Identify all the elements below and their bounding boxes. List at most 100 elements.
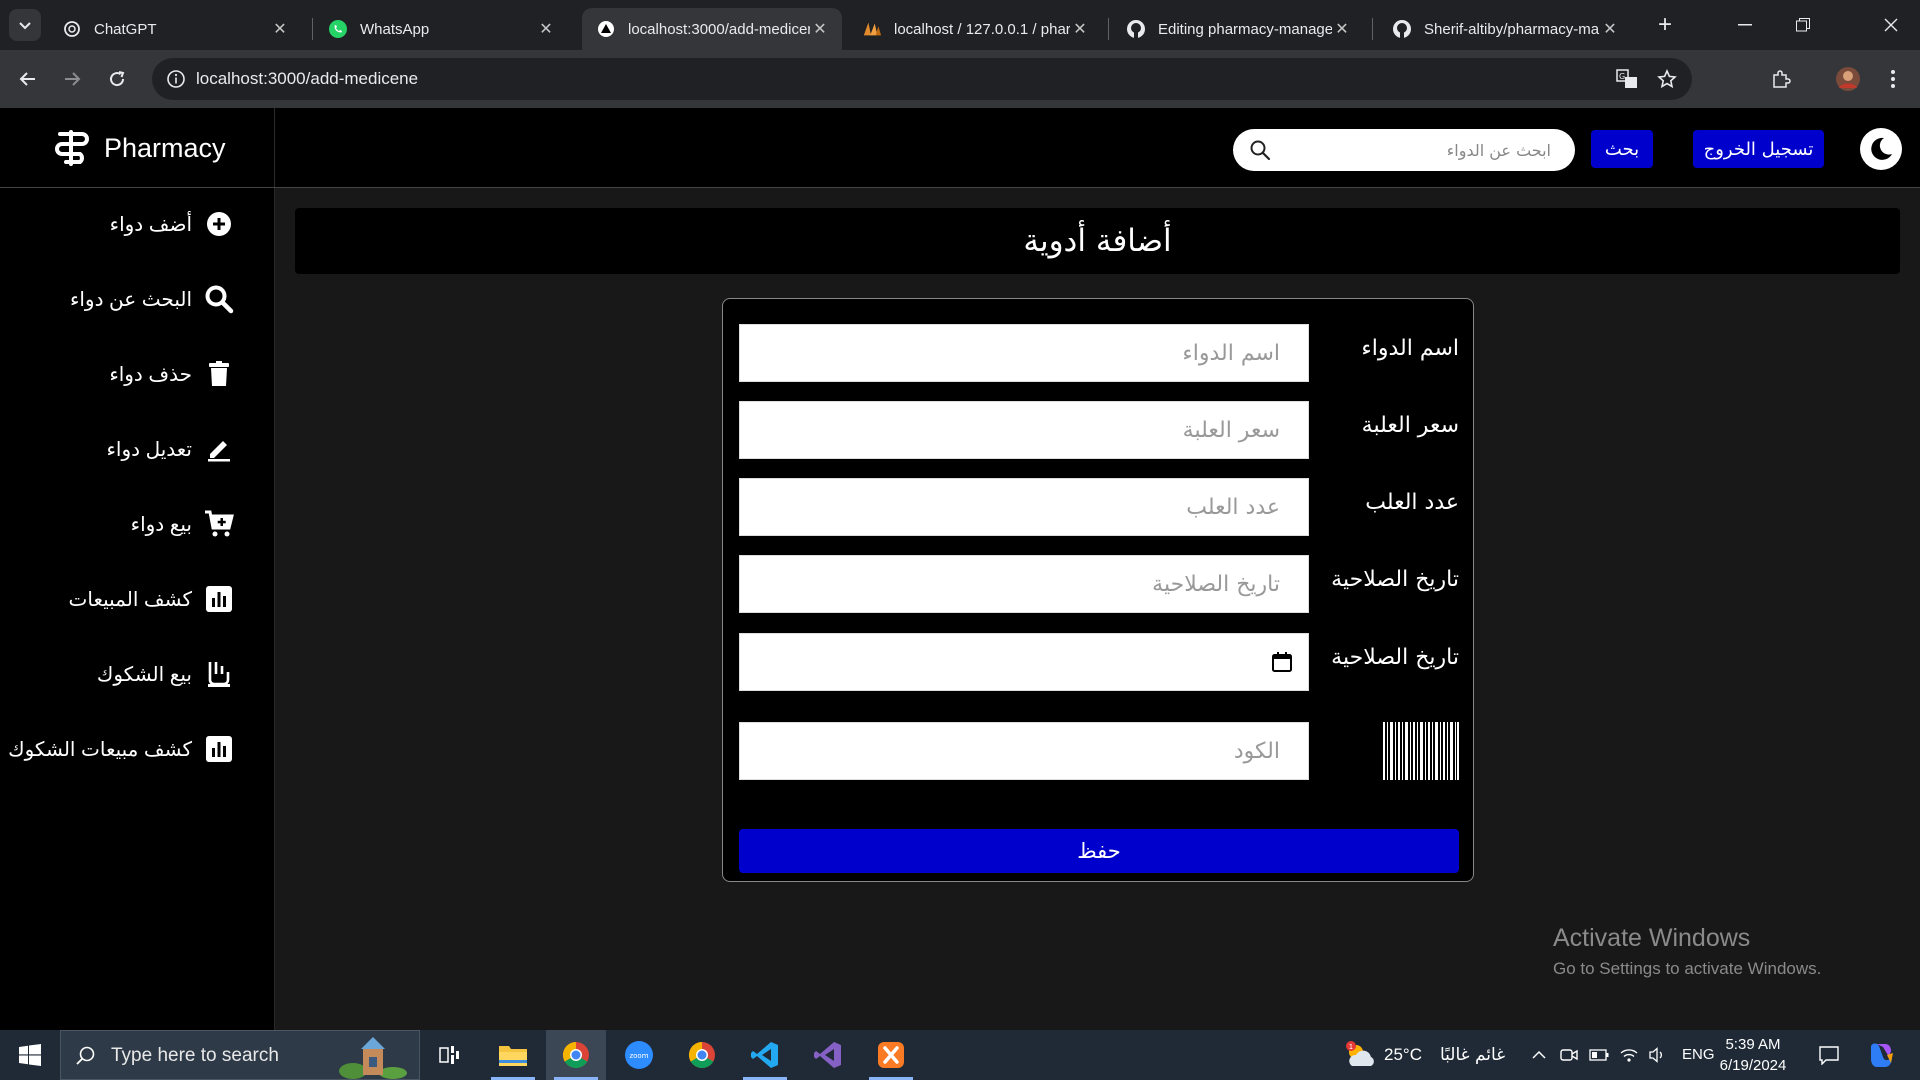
copilot-icon[interactable] bbox=[1866, 1040, 1896, 1070]
wifi-icon[interactable] bbox=[1618, 1044, 1640, 1066]
taskbar-chrome-active[interactable] bbox=[546, 1030, 606, 1080]
sidebar-item-cheque-sales-report[interactable]: كشف مبيعات الشكوك bbox=[8, 729, 234, 769]
system-clock[interactable]: 5:39 AM 6/19/2024 bbox=[1708, 1034, 1798, 1076]
chevron-down-icon bbox=[19, 22, 31, 30]
sidebar-item-sell-cheques[interactable]: بيع الشكوك bbox=[97, 654, 234, 694]
svg-text:zoom: zoom bbox=[629, 1052, 648, 1060]
arrow-right-icon bbox=[65, 72, 81, 86]
form-row-name: اسم الدواء bbox=[739, 324, 1459, 382]
chevron-up-icon bbox=[1532, 1050, 1546, 1059]
minimize-button[interactable] bbox=[1716, 0, 1774, 50]
window-close-button[interactable] bbox=[1862, 0, 1920, 50]
barcode-input[interactable] bbox=[739, 722, 1309, 780]
tab-title: localhost:3000/add-medicene bbox=[628, 20, 810, 38]
activate-windows-watermark: Activate Windows Go to Settings to activ… bbox=[1553, 924, 1821, 979]
volume-icon[interactable] bbox=[1646, 1044, 1668, 1066]
forward-button[interactable] bbox=[56, 63, 88, 95]
expiry-date-picker[interactable] bbox=[739, 633, 1309, 691]
notifications-icon[interactable] bbox=[1818, 1044, 1840, 1066]
close-icon[interactable]: ✕ bbox=[270, 19, 290, 39]
pencil-icon bbox=[204, 434, 234, 464]
sidebar-item-edit-medicine[interactable]: تعديل دواء bbox=[106, 429, 234, 469]
sidebar-item-add-medicine[interactable]: أضف دواء bbox=[110, 204, 234, 244]
weather-badge: 1 bbox=[1349, 1043, 1353, 1051]
show-hidden-icons[interactable] bbox=[1528, 1044, 1550, 1066]
profile-avatar[interactable] bbox=[1833, 64, 1863, 94]
taskbar-search-text: Type here to search bbox=[111, 1045, 279, 1066]
taskbar-zoom[interactable]: zoom bbox=[609, 1030, 669, 1080]
task-view-icon bbox=[439, 1046, 459, 1064]
cheque-icon bbox=[204, 659, 234, 689]
taskbar-xampp[interactable] bbox=[861, 1030, 921, 1080]
search-input[interactable] bbox=[1283, 129, 1563, 171]
box-price-input[interactable] bbox=[739, 401, 1309, 459]
browser-tab-active[interactable]: localhost:3000/add-medicene ✕ bbox=[582, 8, 842, 50]
browser-tab-github-repo[interactable]: Sherif-altiby/pharmacy-ma ✕ bbox=[1378, 8, 1632, 50]
restore-icon bbox=[1796, 18, 1810, 32]
windows-taskbar: Type here to search zoom 1 25°C غائم غال… bbox=[0, 1030, 1920, 1080]
url-text: localhost:3000/add-medicene bbox=[196, 69, 419, 88]
expiry-date-text-input[interactable] bbox=[739, 555, 1309, 613]
task-view-button[interactable] bbox=[420, 1030, 480, 1080]
calendar-icon[interactable] bbox=[1271, 651, 1293, 673]
browser-menu-button[interactable] bbox=[1878, 64, 1908, 94]
sidebar-item-delete-medicine[interactable]: حذف دواء bbox=[109, 354, 234, 394]
search-button[interactable]: بحث bbox=[1591, 130, 1653, 168]
theme-toggle[interactable] bbox=[1860, 128, 1902, 170]
browser-tab-whatsapp[interactable]: WhatsApp ✕ bbox=[314, 8, 568, 50]
close-icon[interactable]: ✕ bbox=[1332, 19, 1352, 39]
search-icon bbox=[76, 1046, 95, 1065]
sidebar-item-sales-report[interactable]: كشف المبيعات bbox=[69, 579, 234, 619]
address-bar[interactable]: localhost:3000/add-medicene G bbox=[152, 58, 1692, 100]
sidebar-item-label: أضف دواء bbox=[109, 213, 192, 236]
sidebar-item-label: بيع الشكوك bbox=[96, 663, 192, 686]
chrome-icon bbox=[562, 1041, 589, 1069]
start-button[interactable] bbox=[0, 1030, 60, 1080]
extensions-button[interactable] bbox=[1766, 64, 1796, 94]
box-count-input[interactable] bbox=[739, 478, 1309, 536]
bookmark-star-icon[interactable] bbox=[1656, 68, 1678, 90]
taskbar-chrome[interactable] bbox=[672, 1030, 732, 1080]
browser-tab-chatgpt[interactable]: ChatGPT ✕ bbox=[48, 8, 302, 50]
watermark-title: Activate Windows bbox=[1553, 924, 1751, 952]
whatsapp-icon bbox=[328, 19, 348, 39]
logout-button[interactable]: تسجيل الخروج bbox=[1693, 130, 1824, 168]
save-button[interactable]: حفظ bbox=[739, 829, 1459, 873]
sidebar-item-label: حذف دواء bbox=[109, 363, 192, 386]
info-icon[interactable] bbox=[166, 69, 186, 89]
clock-time: 5:39 AM bbox=[1725, 1036, 1781, 1053]
restore-button[interactable] bbox=[1774, 0, 1832, 50]
sidebar-item-sell-medicine[interactable]: بيع دواء bbox=[131, 504, 234, 544]
back-button[interactable] bbox=[12, 63, 44, 95]
taskbar-file-explorer[interactable] bbox=[483, 1030, 543, 1080]
medicine-name-input[interactable] bbox=[739, 324, 1309, 382]
translate-icon[interactable]: G bbox=[1616, 68, 1638, 90]
taskbar-search[interactable]: Type here to search bbox=[60, 1030, 420, 1080]
browser-tab-phpmyadmin[interactable]: localhost / 127.0.0.1 / phar ✕ bbox=[848, 8, 1102, 50]
brand[interactable]: Pharmacy bbox=[0, 108, 275, 188]
sidebar-item-search-medicine[interactable]: البحث عن دواء bbox=[70, 279, 234, 319]
reload-button[interactable] bbox=[101, 63, 133, 95]
search-highlight-icon bbox=[339, 1037, 407, 1079]
close-icon[interactable]: ✕ bbox=[536, 19, 556, 39]
close-icon[interactable]: ✕ bbox=[1600, 19, 1620, 39]
battery-icon[interactable] bbox=[1588, 1044, 1610, 1066]
minimize-icon bbox=[1738, 24, 1752, 26]
close-icon[interactable]: ✕ bbox=[810, 19, 830, 39]
tab-search-button[interactable] bbox=[9, 9, 41, 41]
taskbar-visual-studio[interactable] bbox=[798, 1030, 858, 1080]
weather-temp[interactable]: 25°C bbox=[1384, 1045, 1422, 1065]
weather-condition[interactable]: غائم غالبًا bbox=[1440, 1045, 1505, 1065]
weather-icon[interactable]: 1 bbox=[1344, 1040, 1378, 1070]
taskbar-vscode[interactable] bbox=[735, 1030, 795, 1080]
search-icon[interactable] bbox=[1249, 139, 1271, 161]
new-tab-button[interactable]: + bbox=[1650, 10, 1680, 40]
meet-now-icon[interactable] bbox=[1558, 1044, 1580, 1066]
close-icon[interactable]: ✕ bbox=[1070, 19, 1090, 39]
browser-toolbar: localhost:3000/add-medicene G bbox=[0, 50, 1920, 108]
windows-logo-icon bbox=[19, 1044, 41, 1066]
sidebar-item-label: تعديل دواء bbox=[106, 438, 192, 461]
browser-tab-github-edit[interactable]: Editing pharmacy-managem ✕ bbox=[1112, 8, 1364, 50]
chrome-icon bbox=[688, 1041, 715, 1069]
tab-title: Editing pharmacy-managem bbox=[1158, 20, 1332, 38]
